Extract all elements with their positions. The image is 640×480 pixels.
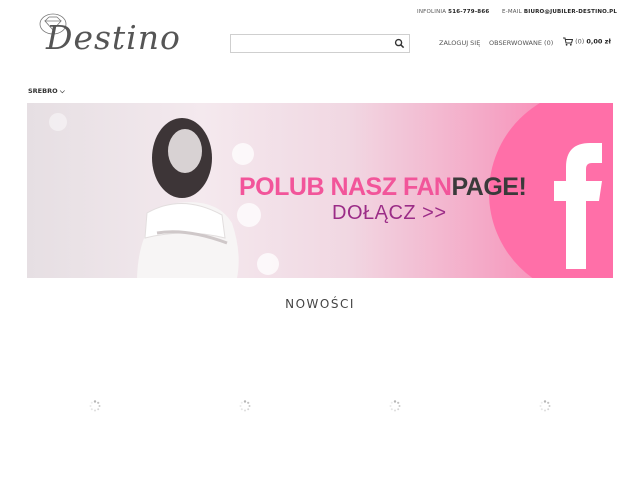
logo-text: Destino	[46, 18, 181, 57]
banner-headline: POLUB NASZ FANPAGE!	[239, 173, 527, 202]
email-label: E-MAIL	[502, 9, 522, 15]
cart-count: (0)	[575, 37, 585, 46]
join-cta[interactable]: DOŁĄCZ >>	[332, 202, 447, 225]
cart-icon	[563, 37, 574, 46]
infoline: INFOLINIA 516-779-866	[417, 9, 489, 15]
cart-button[interactable]: (0) 0,00 zł	[563, 37, 611, 46]
email-value[interactable]: BIURO@JUBILER-DESTINO.PL	[524, 9, 617, 15]
loading-spinner-icon	[389, 400, 401, 412]
login-link[interactable]: ZALOGUJ SIĘ	[439, 39, 480, 47]
bokeh-light	[49, 113, 67, 131]
infolinia-value[interactable]: 516-779-866	[448, 9, 489, 15]
headline-pink: POLUB NASZ FAN	[239, 173, 452, 201]
nav-item-srebro[interactable]: SREBRO ⌵	[28, 87, 65, 96]
search-icon[interactable]	[394, 38, 405, 49]
infolinia-label: INFOLINIA	[417, 9, 447, 15]
search-input[interactable]	[235, 39, 389, 57]
facebook-f-icon	[554, 143, 602, 269]
loading-spinner-icon	[89, 400, 101, 412]
nav-item-label: SREBRO ⌵	[28, 87, 65, 95]
search-box	[230, 34, 410, 57]
email-info: E-MAIL BIURO@JUBILER-DESTINO.PL	[502, 9, 617, 15]
logo[interactable]: Destino	[32, 10, 192, 60]
loading-spinner-icon	[539, 400, 551, 412]
watched-link[interactable]: OBSERWOWANE (0)	[489, 39, 553, 47]
model-photo	[137, 118, 239, 278]
bokeh-light	[257, 253, 279, 275]
fanpage-banner[interactable]: POLUB NASZ FANPAGE! DOŁĄCZ >>	[27, 103, 613, 278]
loading-spinner-icon	[239, 400, 251, 412]
cart-total: 0,00 zł	[586, 37, 611, 46]
section-title: NOWOŚCI	[285, 297, 355, 311]
headline-dark: PAGE!	[451, 173, 527, 201]
